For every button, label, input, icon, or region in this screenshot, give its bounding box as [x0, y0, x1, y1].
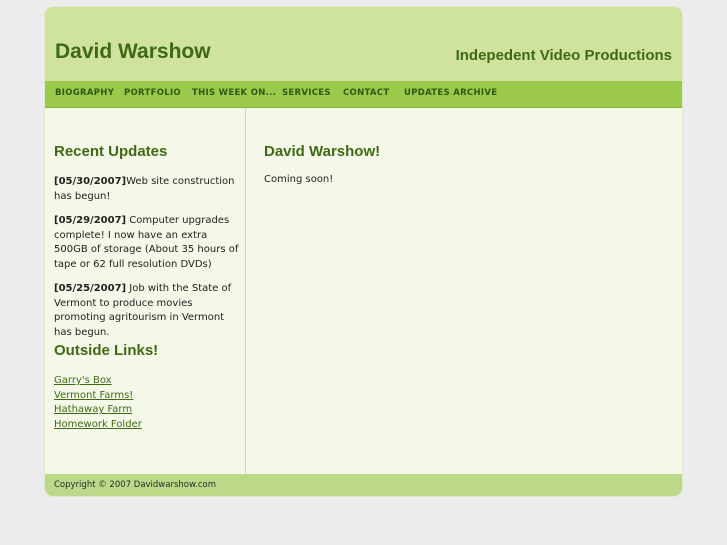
- sidebar: Recent Updates [05/30/2007]Web site cons…: [45, 108, 246, 474]
- update-item: [05/25/2007] Job with the State of Vermo…: [54, 282, 244, 340]
- update-date: [05/25/2007]: [54, 283, 127, 294]
- update-item: [05/29/2007] Computer upgrades complete!…: [54, 214, 244, 272]
- outside-links-heading: Outside Links!: [54, 342, 159, 359]
- update-date: [05/29/2007]: [54, 215, 127, 226]
- update-date: [05/30/2007]: [54, 176, 127, 187]
- nav-biography[interactable]: BIOGRAPHY: [55, 88, 114, 98]
- site-header: David Warshow Indepedent Video Productio…: [45, 7, 682, 81]
- site-footer: Copyright © 2007 Davidwarshow.com: [45, 474, 682, 496]
- copyright-text: Copyright © 2007 Davidwarshow.com: [54, 480, 217, 490]
- nav-this-week-on[interactable]: THIS WEEK ON...: [192, 88, 276, 98]
- nav-services[interactable]: SERVICES: [282, 88, 331, 98]
- main-body-text: Coming soon!: [264, 174, 334, 185]
- link-vermont-farms[interactable]: Vermont Farms!: [54, 389, 234, 404]
- nav-portfolio[interactable]: PORTFOLIO: [124, 88, 181, 98]
- link-homework-folder[interactable]: Homework Folder: [54, 418, 234, 433]
- nav-contact[interactable]: CONTACT: [343, 88, 389, 98]
- site-slogan: Indepedent Video Productions: [455, 47, 672, 64]
- update-item: [05/30/2007]Web site construction has be…: [54, 175, 244, 204]
- recent-updates-heading: Recent Updates: [54, 143, 168, 160]
- site-title[interactable]: David Warshow: [55, 40, 211, 64]
- main-nav: BIOGRAPHY PORTFOLIO THIS WEEK ON... SERV…: [45, 81, 682, 108]
- main-heading: David Warshow!: [264, 143, 381, 160]
- main-content: David Warshow! Coming soon!: [246, 108, 682, 474]
- outside-links-list: Garry's Box Vermont Farms! Hathaway Farm…: [54, 374, 234, 432]
- page-container: David Warshow Indepedent Video Productio…: [45, 7, 682, 496]
- nav-updates-archive[interactable]: UPDATES ARCHIVE: [404, 88, 497, 98]
- link-garrys-box[interactable]: Garry's Box: [54, 374, 234, 389]
- link-hathaway-farm[interactable]: Hathaway Farm: [54, 403, 234, 418]
